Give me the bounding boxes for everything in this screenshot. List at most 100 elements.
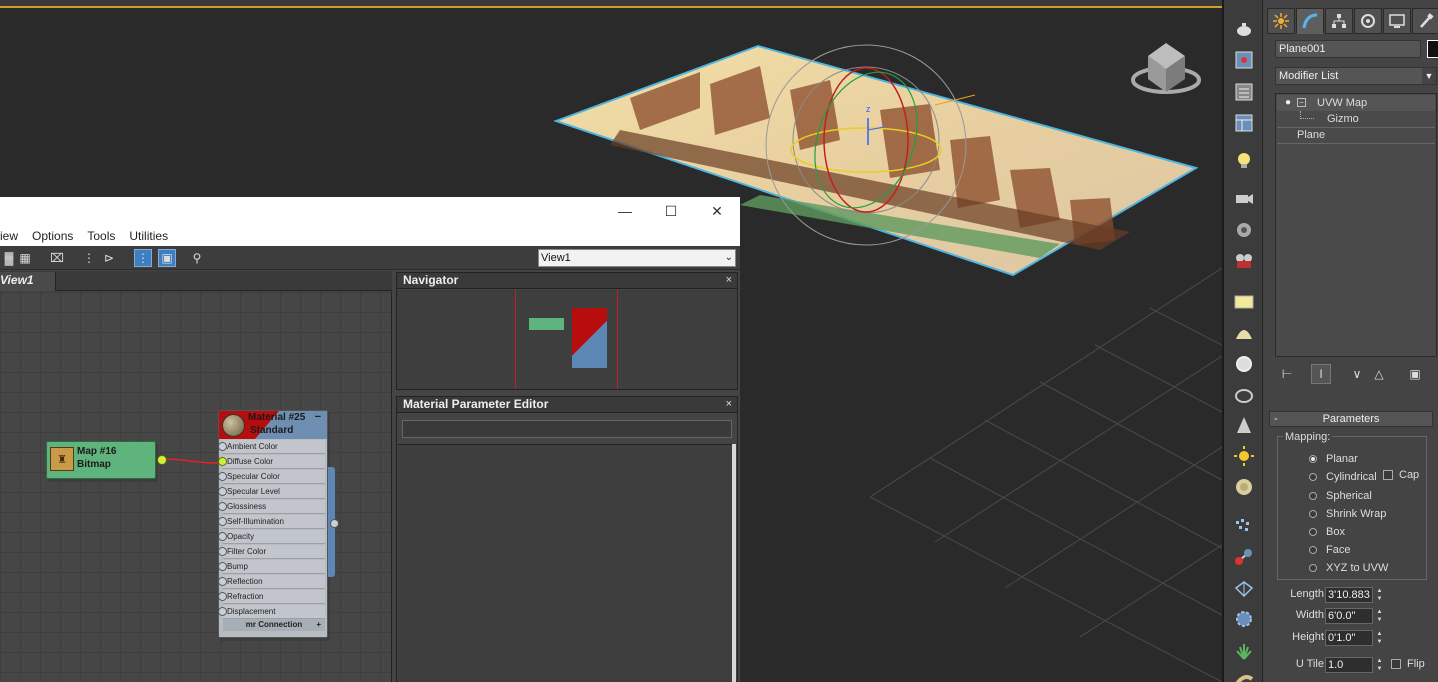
molecule-icon[interactable] — [1232, 545, 1256, 569]
light-bulb-icon[interactable] — [1232, 148, 1256, 172]
slot-self-illumination[interactable]: Self-Illumination — [218, 515, 325, 529]
display-tab-icon[interactable] — [1383, 8, 1411, 34]
menu-tools[interactable]: Tools — [87, 227, 115, 246]
move-children-icon[interactable]: ⋮ — [80, 249, 98, 267]
slot-specular-color[interactable]: Specular Color — [218, 470, 325, 484]
film-camera-icon[interactable] — [1232, 249, 1256, 273]
menu-options[interactable]: Options — [32, 227, 73, 246]
object-color-swatch[interactable] — [1427, 40, 1438, 58]
close-icon[interactable]: × — [726, 397, 732, 412]
delete-selected-icon[interactable]: ⌧ — [48, 249, 66, 267]
light-bulb-toggle-icon[interactable]: ● — [1285, 95, 1291, 111]
cone-shape-icon[interactable] — [1232, 413, 1256, 437]
input-socket[interactable] — [218, 457, 227, 466]
sun-icon[interactable] — [1232, 444, 1256, 468]
input-socket[interactable] — [218, 487, 227, 496]
bitmap-node[interactable]: ♜ Map #16 Bitmap — [46, 441, 167, 479]
hide-unused-slots-icon[interactable]: ⊳ — [100, 249, 118, 267]
stack-item-uvw-map[interactable]: ● − UVW Map — [1277, 95, 1435, 111]
radio-button[interactable] — [1309, 473, 1317, 481]
material-map-navigator-icon[interactable]: ⚲ — [188, 249, 206, 267]
gear-sphere-icon[interactable] — [1232, 607, 1256, 631]
navigator-preview[interactable] — [397, 290, 737, 389]
create-tab-icon[interactable] — [1267, 8, 1295, 34]
radio-button[interactable] — [1309, 455, 1317, 463]
make-unique-icon[interactable]: ∨ — [1347, 364, 1367, 384]
width-input[interactable]: 6'0.0" — [1325, 608, 1373, 624]
tube-icon[interactable] — [1232, 668, 1256, 682]
slot-reflection[interactable]: Reflection — [218, 575, 325, 589]
slot-displacement[interactable]: Displacement — [218, 605, 325, 619]
radio-spherical[interactable]: Spherical — [1309, 488, 1372, 504]
radio-cylindrical[interactable]: Cylindrical — [1309, 469, 1377, 485]
utile-input[interactable]: 1.0 — [1325, 657, 1373, 673]
layout-children-icon[interactable]: ▣ — [158, 249, 176, 267]
render-table-icon[interactable] — [1232, 111, 1256, 135]
tab-view1[interactable]: View1 — [0, 272, 56, 291]
input-socket[interactable] — [218, 442, 227, 451]
slot-ambient-color[interactable]: Ambient Color — [218, 440, 325, 454]
height-input[interactable]: 0'1.0" — [1325, 630, 1373, 646]
input-socket[interactable] — [218, 472, 227, 481]
close-icon[interactable]: ✕ — [702, 201, 732, 221]
radio-button[interactable] — [1309, 546, 1317, 554]
render-frame-icon[interactable] — [1232, 48, 1256, 72]
viewcube-icon[interactable] — [1131, 43, 1201, 94]
pin-stack-icon[interactable]: ⊢ — [1277, 364, 1297, 384]
show-end-result-icon[interactable]: I — [1311, 364, 1331, 384]
radio-planar[interactable]: Planar — [1309, 451, 1358, 467]
input-socket[interactable] — [218, 517, 227, 526]
dome-shape-icon[interactable] — [1232, 321, 1256, 345]
background-checker-icon[interactable]: ▦ — [16, 249, 34, 267]
disc-icon[interactable] — [1232, 475, 1256, 499]
slot-bump[interactable]: Bump — [218, 560, 325, 574]
radio-face[interactable]: Face — [1309, 542, 1350, 558]
input-socket[interactable] — [218, 577, 227, 586]
modify-tab-icon[interactable] — [1296, 8, 1324, 34]
node-collapse-icon[interactable]: − — [315, 411, 321, 423]
mpe-name-field[interactable] — [402, 420, 732, 438]
input-socket[interactable] — [218, 607, 227, 616]
flip-checkbox[interactable]: Flip — [1391, 658, 1425, 670]
radio-button[interactable] — [1309, 528, 1317, 536]
slot-glossiness[interactable]: Glossiness — [218, 500, 325, 514]
sphere-shape-icon[interactable] — [1232, 352, 1256, 376]
radio-button[interactable] — [1309, 510, 1317, 518]
mpe-scrollbar[interactable] — [732, 444, 736, 682]
slot-refraction[interactable]: Refraction — [218, 590, 325, 604]
slot-opacity[interactable]: Opacity — [218, 530, 325, 544]
mr-connection-rollout[interactable]: mr Connection + — [223, 619, 325, 631]
cap-checkbox[interactable]: Cap — [1383, 469, 1419, 481]
configure-sets-icon[interactable]: ▣ — [1405, 364, 1425, 384]
window-title-bar[interactable]: — ☐ ✕ — [0, 197, 740, 227]
radio-button[interactable] — [1309, 564, 1317, 572]
plane-shape-icon[interactable] — [1232, 290, 1256, 314]
modifier-stack[interactable]: ● − UVW Map Gizmo Plane — [1275, 93, 1437, 357]
material-node[interactable]: Material #25 Standard − Ambient Color Di… — [218, 410, 335, 638]
radio-box[interactable]: Box — [1309, 524, 1345, 540]
menu-view[interactable]: iew — [0, 227, 18, 246]
height-spinner-icon[interactable]: ▲ ▼ — [1375, 630, 1384, 646]
motion-tab-icon[interactable] — [1354, 8, 1382, 34]
expand-icon[interactable]: + — [316, 619, 321, 631]
mpe-parameters-area[interactable] — [398, 444, 732, 682]
modifier-list-dropdown[interactable]: Modifier List ▼ — [1275, 67, 1437, 85]
output-socket[interactable] — [157, 455, 167, 465]
hierarchy-tab-icon[interactable] — [1325, 8, 1353, 34]
close-icon[interactable]: × — [726, 273, 732, 288]
node-view-canvas[interactable]: ♜ Map #16 Bitmap Material #25 Standard −… — [0, 292, 392, 682]
slot-diffuse-color[interactable]: Diffuse Color — [218, 455, 325, 469]
checkbox[interactable] — [1383, 470, 1393, 480]
width-spinner-icon[interactable]: ▲ ▼ — [1375, 608, 1384, 624]
render-setup-icon[interactable] — [1232, 80, 1256, 104]
teapot-icon[interactable] — [1232, 17, 1256, 41]
minimize-icon[interactable]: — — [610, 201, 640, 221]
length-input[interactable]: 3'10.883 — [1325, 587, 1373, 603]
camera-icon[interactable] — [1232, 186, 1256, 210]
input-socket[interactable] — [218, 562, 227, 571]
slot-filter-color[interactable]: Filter Color — [218, 545, 325, 559]
view-dropdown[interactable]: View1 ⌄ — [538, 249, 736, 267]
remove-modifier-icon[interactable]: △ — [1369, 364, 1389, 384]
geosphere-icon[interactable] — [1232, 383, 1256, 407]
layout-all-icon[interactable]: ⋮ — [134, 249, 152, 267]
